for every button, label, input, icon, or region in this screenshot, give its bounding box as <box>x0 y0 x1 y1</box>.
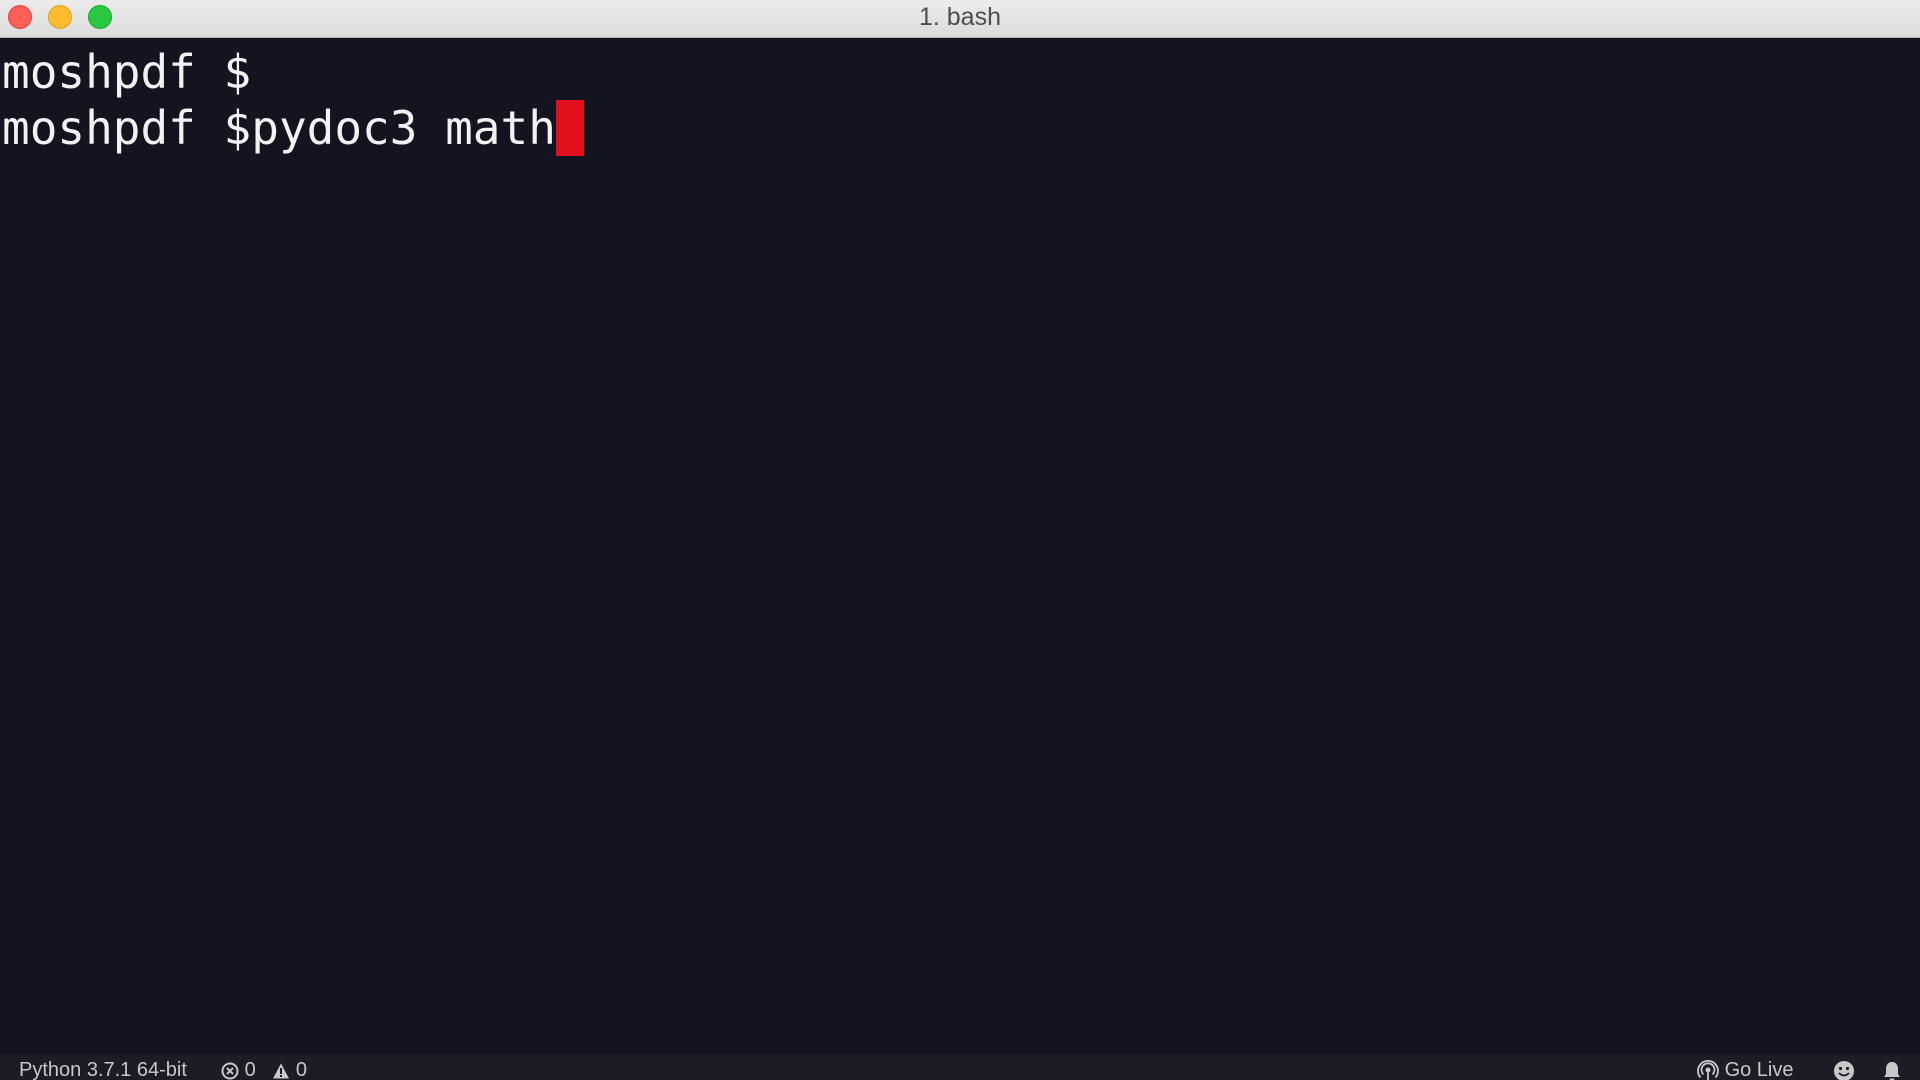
warning-icon <box>273 1063 290 1079</box>
problems-indicator[interactable]: 0 0 <box>221 1054 307 1080</box>
window-title: 1. bash <box>918 3 1001 31</box>
terminal-input-line[interactable]: moshpdf $pydoc3 math <box>0 100 1920 156</box>
terminal-window: 1. bash moshpdf $ moshpdf $pydoc3 math P… <box>0 0 1920 1080</box>
status-bar: Python 3.7.1 64-bit 0 0 Go Live <box>0 1054 1920 1080</box>
terminal-line: moshpdf $ <box>0 44 1920 100</box>
error-count: 0 <box>244 1059 256 1080</box>
notifications-button[interactable] <box>1882 1054 1902 1080</box>
warning-count: 0 <box>295 1059 308 1080</box>
go-live-button[interactable]: Go Live <box>1697 1054 1794 1080</box>
terminal-output[interactable]: moshpdf $ moshpdf $pydoc3 math <box>0 44 1920 1054</box>
title-bar[interactable]: 1. bash <box>0 0 1920 38</box>
bell-icon <box>1884 1061 1900 1080</box>
error-icon <box>221 1062 239 1080</box>
terminal-line-text: moshpdf $pydoc3 math <box>2 101 556 155</box>
broadcast-icon <box>1697 1059 1719 1080</box>
python-interpreter-indicator[interactable]: Python 3.7.1 64-bit <box>19 1054 187 1080</box>
go-live-label: Go Live <box>1724 1059 1794 1080</box>
terminal-line-text: moshpdf $ <box>2 45 252 99</box>
smiley-icon <box>1834 1060 1854 1080</box>
terminal-cursor <box>555 100 584 156</box>
feedback-button[interactable] <box>1833 1054 1855 1080</box>
